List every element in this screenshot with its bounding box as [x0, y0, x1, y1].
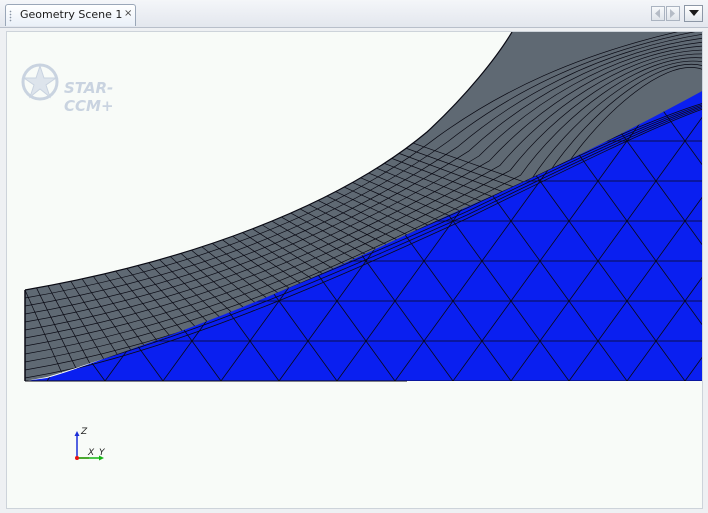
axis-label-x: X	[88, 448, 95, 458]
logo-text: STAR-CCM+	[64, 79, 114, 115]
chevron-down-icon	[689, 10, 699, 16]
star-ccm-logo-icon	[21, 63, 59, 101]
scroll-left-button[interactable]	[651, 6, 665, 21]
close-icon[interactable]: ×	[124, 8, 132, 19]
tab-bar: Geometry Scene 1 ×	[0, 0, 708, 28]
tab-menu-button[interactable]	[684, 5, 703, 22]
tab-geometry-scene-1[interactable]: Geometry Scene 1 ×	[5, 4, 136, 26]
arrow-left-icon	[655, 9, 660, 18]
axis-triad-icon	[74, 431, 104, 461]
graphics-viewport[interactable]: STAR-CCM+ Z X Y	[6, 31, 703, 509]
axis-label-y: Y	[99, 448, 105, 458]
star-ccm-logo: STAR-CCM+	[18, 60, 158, 115]
grip-dots-icon[interactable]	[9, 10, 12, 22]
arrow-right-icon	[670, 9, 675, 18]
scene-window: Geometry Scene 1 × STAR-CCM+ Z X Y	[0, 0, 708, 513]
axis-label-z: Z	[81, 427, 88, 437]
tab-title: Geometry Scene 1	[20, 8, 123, 21]
axis-triad: Z X Y	[73, 427, 113, 466]
scroll-right-button[interactable]	[666, 6, 680, 21]
